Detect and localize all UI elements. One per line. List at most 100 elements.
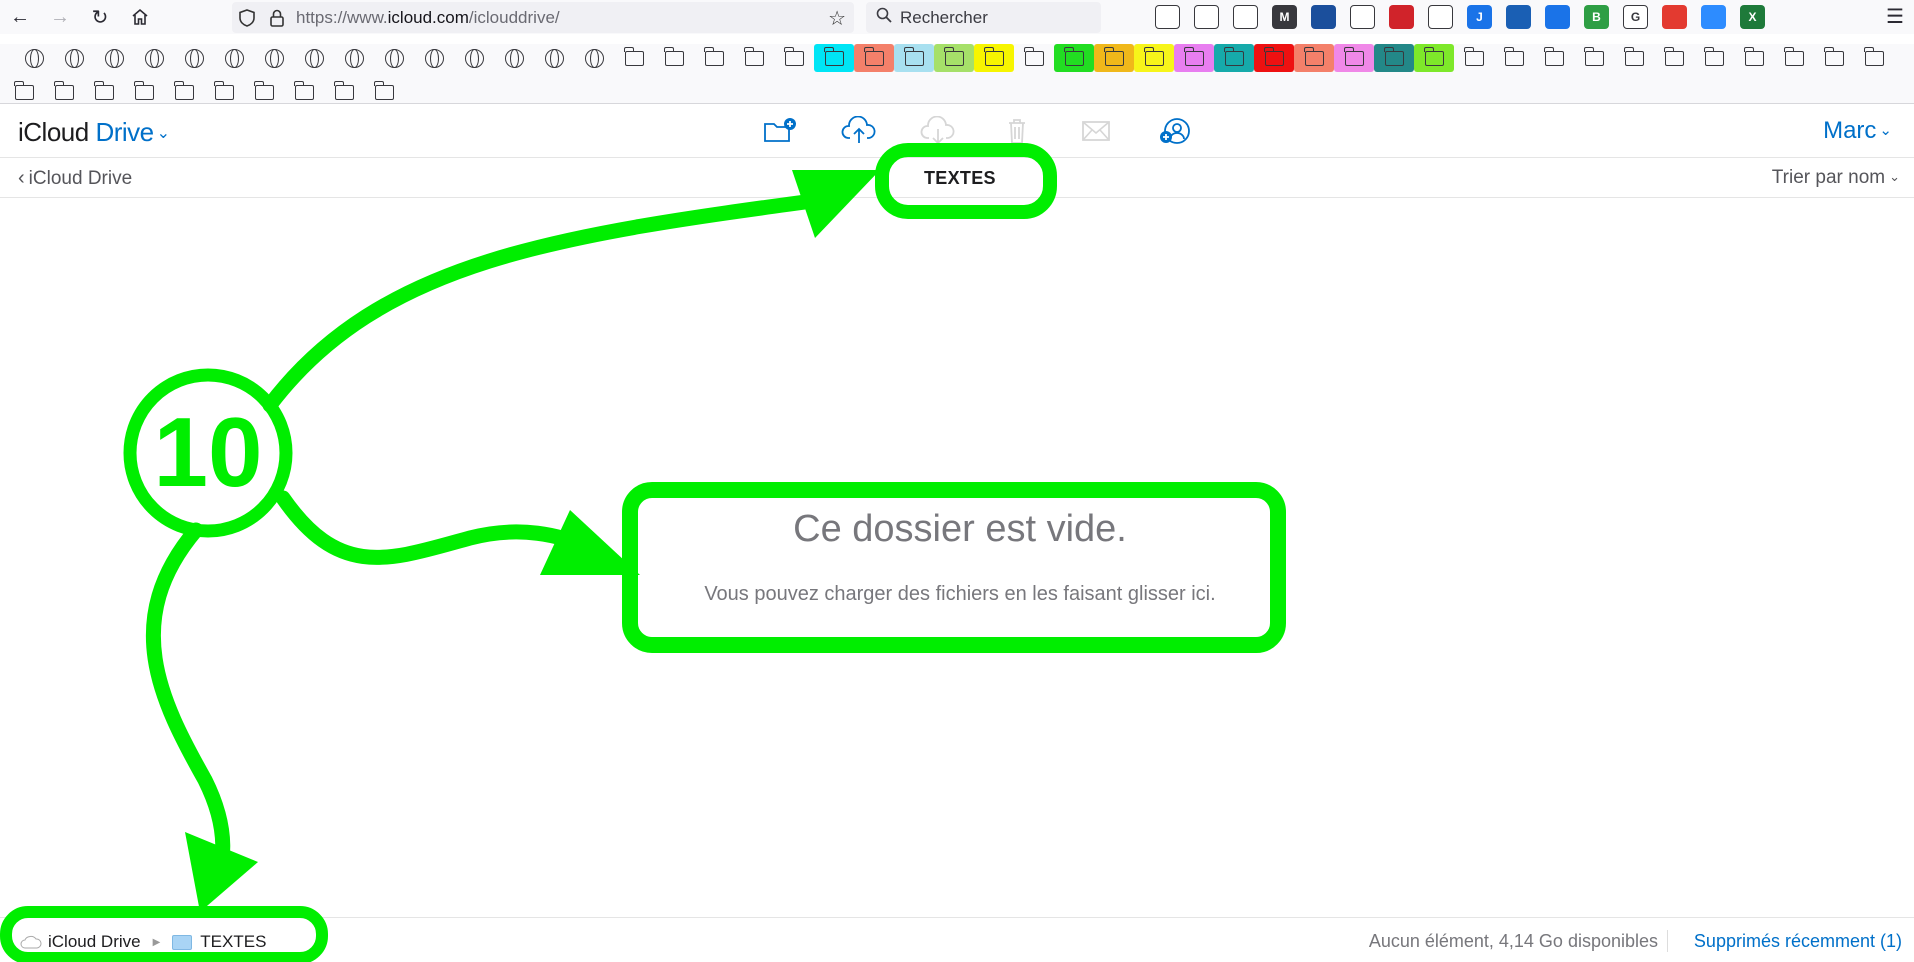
bookmark-folder-icon[interactable] <box>364 78 404 106</box>
bookmark-folder-icon[interactable] <box>1734 44 1774 72</box>
delete-button[interactable] <box>977 112 1056 150</box>
download-button[interactable] <box>898 112 977 150</box>
bookmark-dash-icon[interactable] <box>334 44 374 72</box>
bookmark-globe-icon[interactable] <box>374 44 414 72</box>
bookmark-folder-icon[interactable] <box>1654 44 1694 72</box>
bookmark-shield-icon[interactable] <box>174 44 214 72</box>
forward-arrow-icon[interactable]: → <box>40 0 80 34</box>
bookmark-folder-icon[interactable] <box>814 44 854 72</box>
bookmark-folder-icon[interactable] <box>1134 44 1174 72</box>
home-icon[interactable] <box>120 0 160 34</box>
bookmark-folder-icon[interactable] <box>774 44 814 72</box>
bookmark-folder-icon[interactable] <box>1414 44 1454 72</box>
bookmark-folder-icon[interactable] <box>164 78 204 106</box>
bookmark-folder-icon[interactable] <box>734 44 774 72</box>
bookmark-folder-icon[interactable] <box>84 78 124 106</box>
bookmark-globe-icon[interactable] <box>574 44 614 72</box>
bookmark-folder-icon[interactable] <box>1454 44 1494 72</box>
bookmark-folder-icon[interactable] <box>1774 44 1814 72</box>
bookmark-folder-icon[interactable] <box>1014 44 1054 72</box>
share-button[interactable] <box>1135 112 1214 150</box>
search-input[interactable]: Rechercher <box>866 2 1101 33</box>
bookmark-folder-icon[interactable] <box>204 78 244 106</box>
bookmark-folder-icon[interactable] <box>1694 44 1734 72</box>
bookmark-folder-icon[interactable] <box>1254 44 1294 72</box>
camera-extension-icon[interactable] <box>1662 5 1687 29</box>
back-button[interactable]: ‹ iCloud Drive <box>18 167 132 190</box>
bookmark-star-icon[interactable]: ☆ <box>828 6 846 31</box>
bookmark-folder-icon[interactable] <box>1534 44 1574 72</box>
bookmark-ring-icon[interactable] <box>414 44 454 72</box>
badge-extension-icon[interactable] <box>1545 5 1570 29</box>
email-button[interactable] <box>1056 112 1135 150</box>
bookmark-folder-icon[interactable] <box>1614 44 1654 72</box>
bookmark-folder-icon[interactable] <box>284 78 324 106</box>
bookmark-folder-icon[interactable] <box>4 78 44 106</box>
bookmark-cloud-icon[interactable] <box>134 44 174 72</box>
reload-icon[interactable]: ↻ <box>80 0 120 34</box>
cloud-icon <box>20 935 42 949</box>
bookmark-folder-icon[interactable] <box>124 78 164 106</box>
bookmark-folder-icon[interactable] <box>614 44 654 72</box>
bookmark-folder-icon[interactable] <box>1334 44 1374 72</box>
bookmark-folder-icon[interactable] <box>1374 44 1414 72</box>
zoom-extension-icon[interactable] <box>1701 5 1726 29</box>
reader-icon[interactable] <box>1233 5 1258 29</box>
bookmark-folder-icon[interactable] <box>244 78 284 106</box>
lock-icon[interactable] <box>262 8 292 28</box>
j-extension-icon[interactable]: J <box>1467 5 1492 29</box>
new-folder-button[interactable] <box>740 112 819 150</box>
status-footer: iCloud Drive ▶ TEXTES Aucun élément, 4,1… <box>0 917 1914 962</box>
bookmark-globe-icon[interactable] <box>294 44 334 72</box>
m-extension-icon[interactable]: M <box>1272 5 1297 29</box>
bookmark-bag-icon[interactable] <box>494 44 534 72</box>
breadcrumb-folder[interactable]: TEXTES <box>200 932 266 952</box>
bookmark-folder-icon[interactable] <box>1214 44 1254 72</box>
menu-icon[interactable]: ☰ <box>1886 4 1904 29</box>
back-arrow-icon[interactable]: ← <box>0 0 40 34</box>
extension-icon[interactable] <box>1311 5 1336 29</box>
bookmark-globe-icon[interactable] <box>14 44 54 72</box>
pocket-icon[interactable] <box>1155 5 1180 29</box>
sort-dropdown[interactable]: Trier par nom ⌄ <box>1772 167 1900 189</box>
bookmark-folder-icon[interactable] <box>1294 44 1334 72</box>
g-extension-icon[interactable]: G <box>1623 5 1648 29</box>
bookmark-folder-icon[interactable] <box>894 44 934 72</box>
tracking-shield-icon[interactable] <box>232 8 262 28</box>
user-menu[interactable]: Marc ⌄ <box>1823 117 1892 145</box>
download-icon[interactable] <box>1194 5 1219 29</box>
bookmark-gem-icon[interactable] <box>54 44 94 72</box>
bookmark-folder-icon[interactable] <box>934 44 974 72</box>
upload-button[interactable] <box>819 112 898 150</box>
bookmark-folder-icon[interactable] <box>1054 44 1094 72</box>
bookmark-folder-icon[interactable] <box>1094 44 1134 72</box>
grid-extension-icon[interactable] <box>1350 5 1375 29</box>
bookmark-folder-icon[interactable] <box>44 78 84 106</box>
recently-deleted-link[interactable]: Supprimés récemment (1) <box>1694 931 1902 952</box>
bookmark-folder-icon[interactable] <box>324 78 364 106</box>
download-extension-icon[interactable] <box>1506 5 1531 29</box>
b-extension-icon[interactable]: B <box>1584 5 1609 29</box>
storage-status: Aucun élément, 4,14 Go disponibles <box>1368 931 1658 951</box>
bookmark-globe-icon[interactable] <box>454 44 494 72</box>
bookmark-folder-icon[interactable] <box>1814 44 1854 72</box>
red-extension-icon[interactable] <box>1389 5 1414 29</box>
bookmark-globe-icon[interactable] <box>94 44 134 72</box>
shoe-extension-icon[interactable] <box>1428 5 1453 29</box>
app-title[interactable]: iCloud Drive ⌄ <box>18 117 170 148</box>
bookmark-folder-icon[interactable] <box>1174 44 1214 72</box>
bookmark-folder-icon[interactable] <box>1494 44 1534 72</box>
x-extension-icon[interactable]: X <box>1740 5 1765 29</box>
bookmark-orange-icon[interactable] <box>254 44 294 72</box>
bookmark-folder-icon[interactable] <box>1574 44 1614 72</box>
bookmark-folder-icon[interactable] <box>854 44 894 72</box>
bookmark-folder-icon[interactable] <box>694 44 734 72</box>
url-bar[interactable]: https://www.icloud.com/iclouddrive/ ☆ <box>232 2 854 33</box>
step-number: 10 <box>153 397 262 507</box>
breadcrumb-root[interactable]: iCloud Drive <box>48 932 141 952</box>
bookmark-globe-blue-icon[interactable] <box>214 44 254 72</box>
bookmark-folder-icon[interactable] <box>1854 44 1894 72</box>
bookmark-folder-icon[interactable] <box>974 44 1014 72</box>
bookmark-folder-icon[interactable] <box>654 44 694 72</box>
bookmark-globe-icon[interactable] <box>534 44 574 72</box>
